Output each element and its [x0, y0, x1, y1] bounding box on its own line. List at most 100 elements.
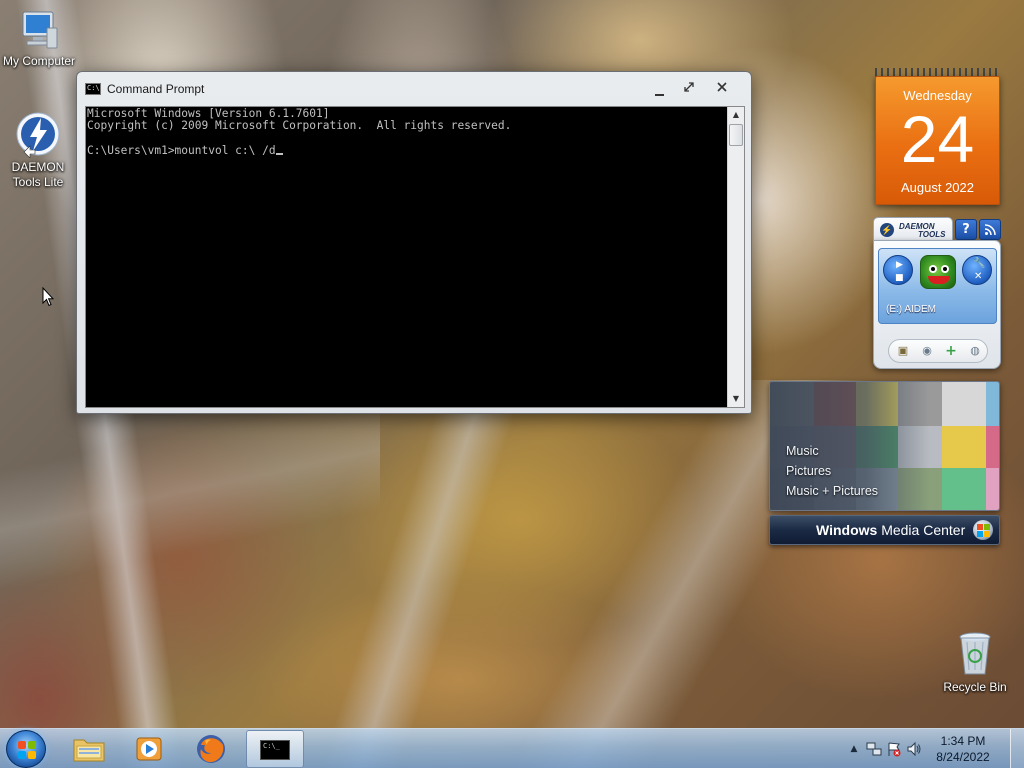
remove-drives-button[interactable]: ◍	[967, 343, 983, 359]
media-center-item-music[interactable]: Music	[786, 444, 819, 458]
desktop-icon-daemon-tools[interactable]: DAEMON Tools Lite	[0, 110, 76, 190]
help-button[interactable]: ?	[955, 219, 977, 240]
scroll-down-button[interactable]: ▼	[728, 391, 744, 407]
daemon-logo-subtext: TOOLS	[918, 230, 946, 239]
play-mount-button[interactable]: ▶ ■	[883, 255, 913, 285]
media-center-item-pictures[interactable]: Pictures	[786, 464, 831, 478]
calendar-weekday: Wednesday	[903, 88, 972, 103]
minimize-button[interactable]	[645, 78, 673, 98]
quick-mount-button[interactable]: ◉	[919, 343, 935, 359]
media-tile	[986, 426, 999, 468]
calendar-day-number: 24	[900, 102, 975, 176]
taskbar-command-prompt-button[interactable]: C:\_	[246, 730, 304, 768]
vertical-scrollbar[interactable]: ▲ ▼	[727, 107, 744, 407]
window-title: Command Prompt	[107, 82, 205, 96]
maximize-button[interactable]	[675, 78, 703, 98]
windows-logo-icon	[973, 520, 993, 540]
wrench-icon: 🔧	[973, 258, 986, 269]
scrollbar-thumb[interactable]	[729, 124, 743, 146]
scroll-up-icon: ▲	[732, 110, 740, 119]
add-drive-button[interactable]: +	[943, 343, 959, 359]
daemon-action-bar: ▣ ◉ + ◍	[888, 339, 988, 363]
media-tile	[942, 426, 986, 468]
folder-lock-icon: ▣	[897, 344, 909, 357]
media-tile	[942, 468, 986, 510]
console-line: Copyright (c) 2009 Microsoft Corporation…	[87, 119, 512, 133]
media-tile	[942, 382, 986, 426]
console-line: C:\Users\vm1>mountvol c:\ /d	[87, 144, 276, 158]
virtual-drive-label: (E:) AIDEM	[886, 304, 937, 315]
plus-icon: +	[945, 343, 957, 359]
desktop-icon-label: DAEMON Tools Lite	[11, 160, 65, 189]
daemon-mascot-icon	[920, 255, 956, 289]
calendar-page: Wednesday 24 August 2022	[875, 76, 1000, 205]
daemon-tools-gadget[interactable]: ⚡ DAEMON TOOLS ? ▶ ■ 🔧 ✕ (E:) AIDEM ▣ ◉ …	[873, 217, 1001, 369]
system-tray: ▲ 1:34 PM 8/24/2022	[834, 729, 1024, 768]
window-titlebar[interactable]: C:\ Command Prompt	[77, 72, 751, 106]
play-icon: ▶	[896, 260, 903, 270]
stop-icon: ■	[895, 273, 904, 283]
disc-icon: ◉	[922, 344, 932, 357]
maximize-icon	[684, 82, 694, 92]
minimize-icon	[654, 94, 664, 96]
calendar-gadget[interactable]: Wednesday 24 August 2022	[875, 68, 1000, 205]
text-cursor	[275, 153, 283, 156]
media-center-launch-bar[interactable]: Windows Media Center	[769, 515, 1000, 545]
show-desktop-button[interactable]	[1010, 729, 1024, 768]
command-prompt-window[interactable]: C:\ Command Prompt Microsoft Windows [Ve…	[76, 71, 752, 414]
windows-logo-icon	[18, 741, 36, 759]
computer-icon	[17, 8, 61, 52]
daemon-tools-logo: ⚡ DAEMON TOOLS	[873, 217, 953, 241]
firefox-icon	[197, 735, 225, 763]
console-output: Microsoft Windows [Version 6.1.7601] Copy…	[86, 107, 726, 407]
rss-icon	[984, 224, 996, 236]
taskbar-explorer-button[interactable]	[60, 730, 118, 768]
calendar-month-year: August 2022	[900, 180, 974, 195]
console-prompt-line[interactable]: C:\Users\vm1>mountvol c:\ /d	[87, 145, 726, 157]
taskbar-clock[interactable]: 1:34 PM 8/24/2022	[928, 733, 998, 765]
clock-time: 1:34 PM	[940, 734, 986, 748]
clock-date: 8/24/2022	[936, 750, 990, 764]
close-icon	[717, 82, 727, 92]
daemon-tools-icon	[14, 110, 62, 159]
media-center-title-rest: Media Center	[877, 522, 966, 538]
media-tile	[986, 382, 999, 426]
close-button[interactable]	[708, 78, 736, 98]
start-button[interactable]	[6, 730, 46, 768]
virtual-drive-panel[interactable]: ▶ ■ 🔧 ✕ (E:) AIDEM	[878, 248, 997, 324]
media-center-title-bold: Windows	[816, 522, 878, 538]
media-center-gadget[interactable]: Music Pictures Music + Pictures	[769, 381, 1000, 511]
unmount-x-icon: ✕	[974, 271, 983, 282]
cmd-icon: C:\_	[260, 740, 290, 760]
cmd-icon: C:\	[85, 83, 101, 95]
settings-unmount-button[interactable]: 🔧 ✕	[962, 255, 992, 285]
mount-image-button[interactable]: ▣	[895, 343, 911, 359]
media-tile	[986, 468, 999, 510]
mouse-cursor-icon	[42, 286, 55, 307]
media-player-icon	[136, 737, 162, 761]
desktop-icon-label: My Computer	[2, 54, 76, 68]
console-area[interactable]: Microsoft Windows [Version 6.1.7601] Copy…	[85, 106, 745, 408]
rss-button[interactable]	[979, 219, 1001, 240]
desktop-icon-label: Recycle Bin	[943, 680, 1007, 694]
network-icon[interactable]	[866, 741, 882, 757]
wallpaper-streak	[320, 400, 520, 768]
desktop-icon-recycle-bin[interactable]: Recycle Bin	[937, 630, 1013, 695]
wallpaper-streak	[0, 389, 380, 591]
taskbar: C:\_ ▲ 1:34 PM 8/24/2022	[0, 728, 1024, 768]
lightning-icon: ⚡	[880, 223, 894, 237]
drive-icon: ◍	[970, 344, 980, 357]
show-hidden-icon[interactable]: ▲	[846, 741, 862, 757]
scroll-up-button[interactable]: ▲	[728, 107, 744, 123]
media-center-title: Windows Media Center	[816, 522, 965, 538]
taskbar-firefox-button[interactable]	[182, 730, 240, 768]
folder-icon	[73, 739, 105, 762]
volume-icon[interactable]	[906, 741, 922, 757]
recycle-bin-icon	[955, 630, 995, 678]
action-center-icon[interactable]	[886, 741, 902, 757]
taskbar-media-player-button[interactable]	[120, 730, 178, 768]
scroll-down-icon: ▼	[732, 394, 740, 403]
media-center-item-music-pictures[interactable]: Music + Pictures	[786, 484, 878, 498]
daemon-body: ▶ ■ 🔧 ✕ (E:) AIDEM ▣ ◉ + ◍	[873, 240, 1001, 369]
desktop-icon-my-computer[interactable]: My Computer	[1, 8, 77, 69]
